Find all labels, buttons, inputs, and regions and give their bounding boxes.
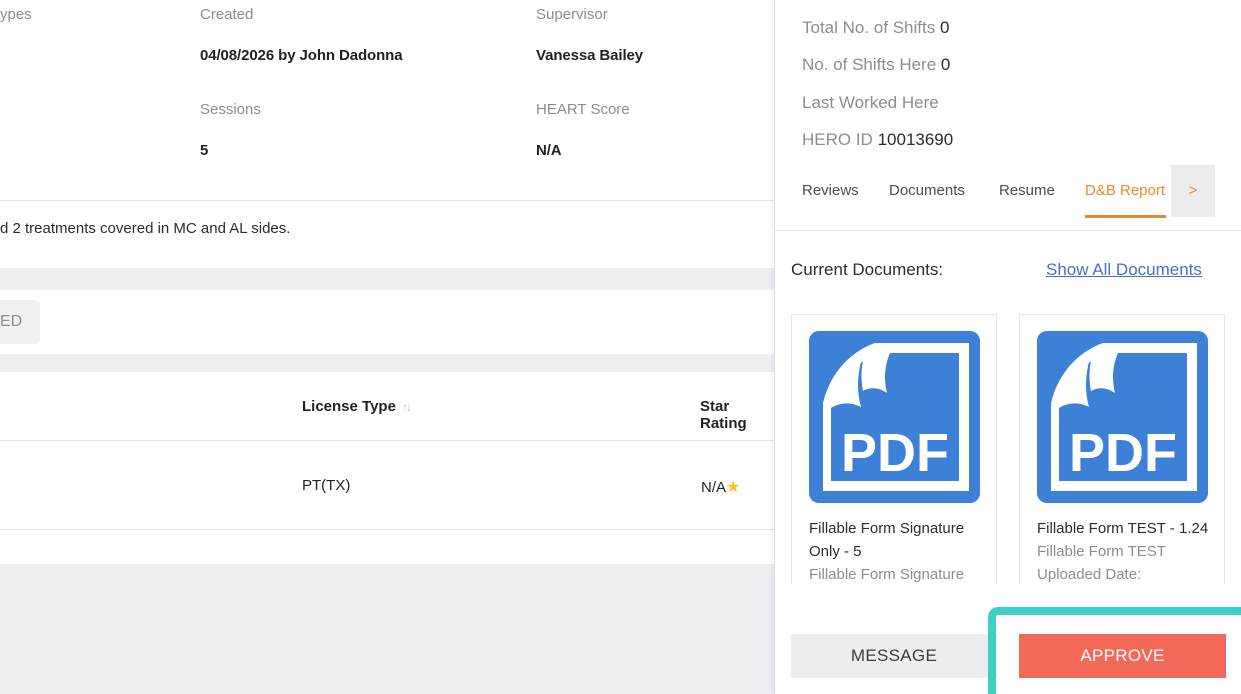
main-content: ypes Created 04/08/2026 by John Dadonna … (0, 0, 774, 694)
row-divider (0, 440, 774, 441)
stat-label: Last Worked Here (802, 93, 939, 112)
tab-dnb-report[interactable]: D&B Report (1085, 182, 1165, 199)
sessions-label: Sessions (200, 101, 261, 118)
stat-value: 0 (939, 18, 950, 37)
message-button[interactable]: MESSAGE (791, 634, 997, 678)
document-title: Fillable Form TEST - 1.24 (1037, 520, 1209, 537)
svg-text:PDF: PDF (841, 423, 949, 483)
document-card[interactable]: PDF Fillable Form TEST - 1.24 Fillable F… (1019, 314, 1225, 584)
sort-icon[interactable]: ↑↓ (402, 400, 412, 414)
cell-license-type: PT(TX) (302, 477, 351, 494)
document-upload-date: Uploaded Date: (1037, 566, 1142, 583)
filter-card: ED (0, 290, 774, 354)
stat-value: 10013690 (877, 130, 954, 149)
heart-score-label: HEART Score (536, 101, 630, 118)
profile-note: d 2 treatments covered in MC and AL side… (0, 220, 291, 237)
divider (0, 200, 774, 201)
license-table: License Type ↑↓ Star Rating PT(TX) N/A★ (0, 372, 774, 564)
stat-last-worked: Last Worked Here (802, 93, 939, 113)
column-header-license-type[interactable]: License Type ↑↓ (302, 398, 412, 415)
star-icon: ★ (726, 479, 741, 496)
profile-info-card: ypes Created 04/08/2026 by John Dadonna … (0, 0, 774, 268)
tab-resume[interactable]: Resume (999, 182, 1055, 199)
stat-hero-id: HERO ID 10013690 (802, 130, 953, 150)
column-header-label: License Type (302, 398, 396, 415)
row-divider (0, 529, 774, 530)
created-value: 04/08/2026 by John Dadonna (200, 47, 403, 64)
document-info: Fillable Form Signature Only - 5 Fillabl… (809, 517, 984, 584)
document-card[interactable]: PDF Fillable Form Signature Only - 5 Fil… (791, 314, 997, 584)
filter-button[interactable]: ED (0, 300, 40, 344)
supervisor-value: Vanessa Bailey (536, 47, 644, 64)
document-subtitle: Fillable Form Signature (809, 566, 965, 583)
active-tab-indicator (1085, 215, 1166, 218)
document-title: Fillable Form Signature Only - 5 (809, 520, 965, 560)
star-rating-value: N/A (701, 479, 727, 496)
types-label: ypes (0, 6, 32, 23)
panel-tabs: Reviews Documents Resume D&B Report > (775, 165, 1241, 231)
stat-label: Total No. of Shifts (802, 18, 936, 37)
svg-text:PDF: PDF (1069, 423, 1177, 483)
stat-label: HERO ID (802, 130, 873, 149)
document-subtitle: Fillable Form TEST (1037, 543, 1166, 560)
cell-star-rating: N/A★ (701, 477, 740, 497)
document-info: Fillable Form TEST - 1.24 Fillable Form … (1037, 517, 1212, 584)
stat-value: 0 (940, 55, 951, 74)
stat-label: No. of Shifts Here (802, 55, 937, 74)
created-label: Created (200, 6, 254, 23)
pdf-icon[interactable]: PDF (1037, 331, 1208, 503)
sessions-value: 5 (200, 142, 209, 159)
stat-shifts-here: No. of Shifts Here 0 (802, 55, 950, 75)
pdf-icon[interactable]: PDF (809, 331, 980, 503)
column-header-star-rating[interactable]: Star Rating (700, 398, 774, 432)
supervisor-label: Supervisor (536, 6, 608, 23)
tab-documents[interactable]: Documents (889, 182, 965, 199)
stat-total-shifts: Total No. of Shifts 0 (802, 18, 949, 38)
show-all-documents-link[interactable]: Show All Documents (1046, 260, 1202, 280)
worker-detail-panel: Total No. of Shifts 0 No. of Shifts Here… (774, 0, 1241, 694)
current-documents-label: Current Documents: (791, 260, 944, 279)
approve-button[interactable]: APPROVE (1019, 634, 1226, 678)
tab-reviews[interactable]: Reviews (802, 182, 859, 199)
tabs-next-button[interactable]: > (1171, 165, 1215, 217)
heart-score-value: N/A (536, 142, 562, 159)
